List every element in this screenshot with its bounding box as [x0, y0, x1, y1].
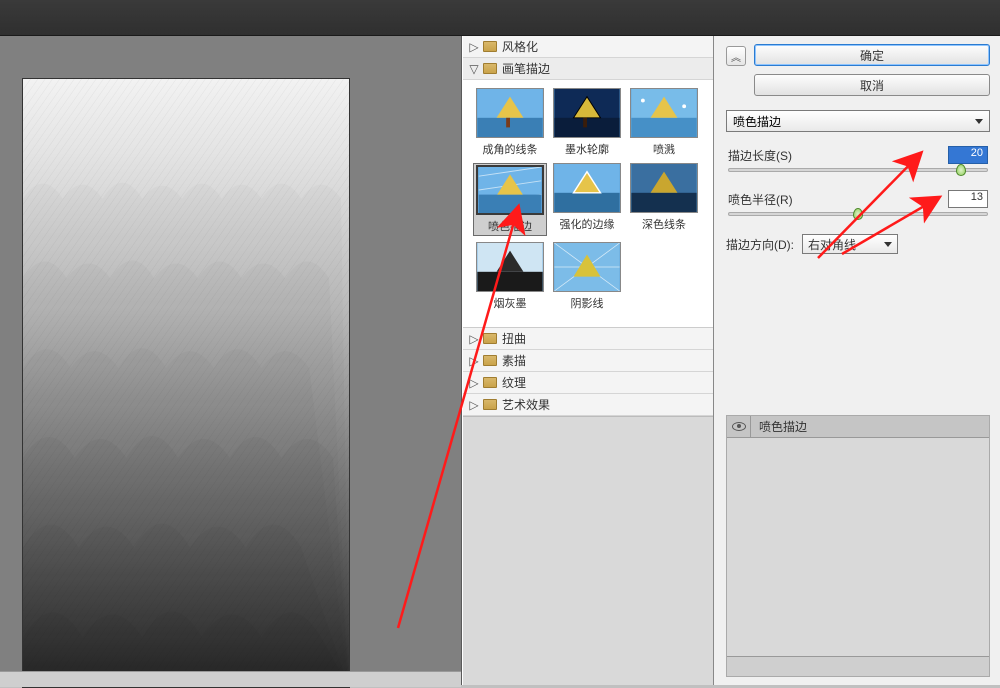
spray-radius-slider[interactable]: [728, 212, 988, 216]
category-artistic[interactable]: ▷ 艺术效果: [463, 394, 713, 416]
param-label: 喷色半径(R): [728, 191, 793, 208]
thumb-label: 喷溅: [627, 141, 701, 157]
ok-button[interactable]: 确定: [754, 44, 990, 66]
effect-layers-panel: 喷色描边: [726, 415, 990, 677]
filter-select-value: 喷色描边: [733, 113, 781, 130]
effect-layer-name: 喷色描边: [751, 418, 807, 435]
spray-radius-input[interactable]: 13: [948, 190, 988, 208]
param-stroke-direction: 描边方向(D): 右对角线: [726, 234, 990, 254]
effect-layers-footer: [727, 656, 989, 676]
thumb-label: 成角的线条: [473, 141, 547, 157]
folder-icon: [483, 355, 497, 366]
filter-thumb-ink-outlines[interactable]: 墨水轮廓: [550, 88, 624, 157]
preview-pane: [0, 36, 462, 685]
filter-select[interactable]: 喷色描边: [726, 110, 990, 132]
folder-icon: [483, 377, 497, 388]
filter-thumb-angled-strokes[interactable]: 成角的线条: [473, 88, 547, 157]
category-stylize[interactable]: ▷ 风格化: [463, 36, 713, 58]
settings-pane: ︽ 确定 取消 喷色描边 描边长度(S) 20 喷色半径(R) 13: [714, 36, 1000, 685]
thumb-label: 强化的边缘: [550, 216, 624, 232]
visibility-toggle[interactable]: [727, 416, 751, 438]
filter-thumb-sprayed-strokes[interactable]: 喷色描边: [473, 163, 547, 236]
filter-thumb-sumi-e[interactable]: 烟灰墨: [473, 242, 547, 311]
preview-canvas[interactable]: [22, 78, 350, 688]
chevron-up-icon: ︽: [731, 49, 741, 64]
thumb-label: 烟灰墨: [473, 295, 547, 311]
category-label: 艺术效果: [502, 396, 550, 413]
filter-browser: ▷ 风格化 ▽ 画笔描边 成角的线条 墨水轮廓: [462, 36, 714, 685]
param-spray-radius: 喷色半径(R) 13: [726, 190, 990, 216]
folder-icon: [483, 399, 497, 410]
thumbnail-grid: 成角的线条 墨水轮廓 喷溅 喷色描边 强化的边缘: [463, 80, 713, 327]
expand-icon: ▷: [469, 398, 479, 412]
window-titlebar: [0, 0, 1000, 36]
collapse-toggle[interactable]: ︽: [726, 46, 746, 66]
category-sketch[interactable]: ▷ 素描: [463, 350, 713, 372]
category-texture[interactable]: ▷ 纹理: [463, 372, 713, 394]
category-label: 风格化: [502, 38, 538, 55]
folder-icon: [483, 41, 497, 52]
preview-image: [23, 79, 349, 687]
param-stroke-length: 描边长度(S) 20: [726, 146, 990, 172]
category-label: 素描: [502, 352, 526, 369]
expand-icon: ▷: [469, 354, 479, 368]
thumb-label: 喷色描边: [474, 218, 546, 234]
expand-icon: ▷: [469, 376, 479, 390]
param-label: 描边方向(D):: [726, 236, 794, 253]
filter-thumb-crosshatch[interactable]: 阴影线: [550, 242, 624, 311]
category-label: 纹理: [502, 374, 526, 391]
chevron-down-icon: [975, 119, 983, 124]
stroke-direction-select[interactable]: 右对角线: [802, 234, 898, 254]
stroke-length-slider[interactable]: [728, 168, 988, 172]
category-distort[interactable]: ▷ 扭曲: [463, 328, 713, 350]
expand-icon: ▷: [469, 40, 479, 54]
thumb-label: 阴影线: [550, 295, 624, 311]
param-label: 描边长度(S): [728, 147, 792, 164]
folder-icon: [483, 63, 497, 74]
folder-icon: [483, 333, 497, 344]
thumb-label: 墨水轮廓: [550, 141, 624, 157]
filter-browser-empty: [463, 416, 713, 685]
collapse-icon: ▽: [469, 62, 479, 76]
category-brush-strokes[interactable]: ▽ 画笔描边: [463, 58, 713, 80]
filter-thumb-accented-edges[interactable]: 强化的边缘: [550, 163, 624, 236]
category-label: 扭曲: [502, 330, 526, 347]
eye-icon: [732, 422, 746, 431]
stroke-length-input[interactable]: 20: [948, 146, 988, 164]
filter-thumb-dark-strokes[interactable]: 深色线条: [627, 163, 701, 236]
expand-icon: ▷: [469, 332, 479, 346]
category-label: 画笔描边: [502, 60, 550, 77]
filter-thumb-spatter[interactable]: 喷溅: [627, 88, 701, 157]
effect-layer-row[interactable]: 喷色描边: [727, 416, 989, 438]
thumb-label: 深色线条: [627, 216, 701, 232]
cancel-button[interactable]: 取消: [754, 74, 990, 96]
chevron-down-icon: [884, 242, 892, 247]
combo-value: 右对角线: [808, 236, 856, 253]
